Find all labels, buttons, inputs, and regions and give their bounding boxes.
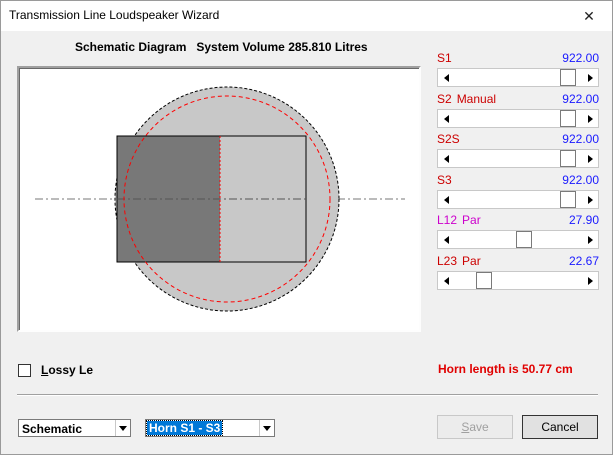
scroll-left-button[interactable] <box>438 272 454 289</box>
chevron-down-icon <box>119 425 127 431</box>
section-select-value: Horn S1 - S3 <box>145 420 224 436</box>
slider-thumb[interactable] <box>560 150 576 167</box>
lossy-le-label: Lossy Le <box>41 363 94 377</box>
slider-scrollbar[interactable] <box>437 230 599 249</box>
slider-thumb[interactable] <box>516 231 532 248</box>
scroll-left-button[interactable] <box>438 191 454 208</box>
slider-value: 922.00 <box>562 173 599 187</box>
slider-label: S2 Manual <box>437 92 497 106</box>
slider-label: S2S <box>437 132 460 146</box>
wizard-window: Transmission Line Loudspeaker Wizard ✕ S… <box>0 0 613 455</box>
slider-s1: S1 922.00 <box>437 51 599 89</box>
slider-scrollbar[interactable] <box>437 190 599 209</box>
slider-thumb[interactable] <box>560 191 576 208</box>
slider-value: 22.67 <box>568 254 599 268</box>
slider-scrollbar[interactable] <box>437 149 599 168</box>
chevron-left-icon <box>443 73 449 82</box>
slider-s2s: S2S 922.00 <box>437 132 599 170</box>
section-select-dropdown[interactable] <box>259 420 274 436</box>
chevron-right-icon <box>587 73 593 82</box>
section-select[interactable]: Horn S1 - S3 <box>145 419 275 437</box>
divider <box>17 394 598 396</box>
schematic-panel <box>17 66 421 332</box>
lossy-le-checkbox[interactable] <box>18 363 31 377</box>
chevron-left-icon <box>443 195 449 204</box>
chevron-right-icon <box>587 276 593 285</box>
chevron-left-icon <box>443 154 449 163</box>
slider-l23: L23 Par 22.67 <box>437 254 599 292</box>
horn-length-status: Horn length is 50.77 cm <box>438 362 573 376</box>
scroll-right-button[interactable] <box>582 69 598 86</box>
scroll-left-button[interactable] <box>438 69 454 86</box>
window-title: Transmission Line Loudspeaker Wizard <box>9 8 220 22</box>
chevron-right-icon <box>587 114 593 123</box>
schematic-drawing <box>35 86 405 312</box>
scroll-right-button[interactable] <box>582 110 598 127</box>
diagram-caption: Schematic Diagram System Volume 285.810 … <box>75 40 368 54</box>
slider-l12: L12 Par 27.90 <box>437 213 599 251</box>
scroll-right-button[interactable] <box>582 272 598 289</box>
slider-scrollbar[interactable] <box>437 109 599 128</box>
scroll-right-button[interactable] <box>582 150 598 167</box>
slider-value: 922.00 <box>562 132 599 146</box>
slider-thumb[interactable] <box>560 69 576 86</box>
slider-scrollbar[interactable] <box>437 271 599 290</box>
lossy-le-option[interactable]: Lossy Le <box>18 363 93 377</box>
view-select-dropdown[interactable] <box>115 420 130 436</box>
slider-thumb[interactable] <box>476 272 492 289</box>
slider-label: S3 <box>437 173 452 187</box>
close-button[interactable]: ✕ <box>566 1 612 31</box>
slider-label: L23 Par <box>437 254 481 268</box>
slider-thumb[interactable] <box>560 110 576 127</box>
chevron-right-icon <box>587 195 593 204</box>
cancel-button-label: Cancel <box>541 420 579 434</box>
chevron-left-icon <box>443 114 449 123</box>
chevron-right-icon <box>587 235 593 244</box>
save-button-label: Save <box>461 420 489 434</box>
view-select-value: Schematic <box>22 422 83 436</box>
scroll-left-button[interactable] <box>438 110 454 127</box>
slider-value: 27.90 <box>568 213 599 227</box>
title-bar: Transmission Line Loudspeaker Wizard ✕ <box>1 1 612 31</box>
chevron-right-icon <box>587 154 593 163</box>
chevron-left-icon <box>443 235 449 244</box>
slider-value: 922.00 <box>562 92 599 106</box>
slider-scrollbar[interactable] <box>437 68 599 87</box>
scroll-left-button[interactable] <box>438 231 454 248</box>
slider-s2: S2 Manual 922.00 <box>437 92 599 130</box>
chevron-left-icon <box>443 276 449 285</box>
chevron-down-icon <box>263 425 271 431</box>
close-icon: ✕ <box>583 7 595 24</box>
slider-label: S1 <box>437 51 452 65</box>
scroll-right-button[interactable] <box>582 191 598 208</box>
view-select[interactable]: Schematic <box>18 419 131 437</box>
slider-s3: S3 922.00 <box>437 173 599 211</box>
cancel-button[interactable]: Cancel <box>522 415 598 439</box>
slider-value: 922.00 <box>562 51 599 65</box>
scroll-left-button[interactable] <box>438 150 454 167</box>
slider-label: L12 Par <box>437 213 481 227</box>
scroll-right-button[interactable] <box>582 231 598 248</box>
save-button[interactable]: Save <box>437 415 513 439</box>
